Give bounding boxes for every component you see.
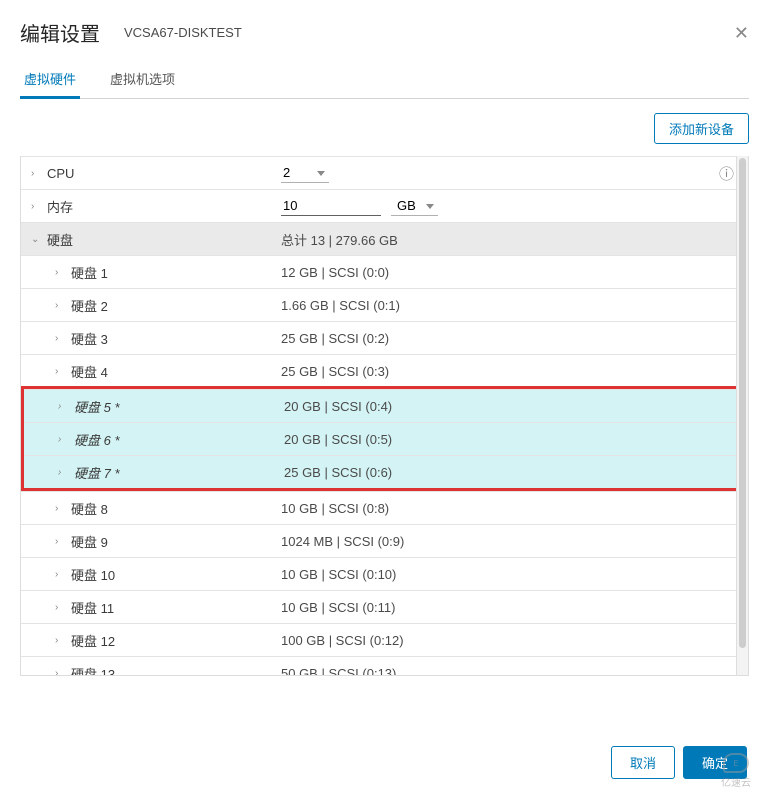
disk-summary-value: 总计 13 | 279.66 GB [281,230,398,249]
cancel-button[interactable]: 取消 [611,746,675,779]
disk-label: 硬盘 12 [71,631,115,650]
chevron-right-icon: › [55,569,65,580]
disk-value: 50 GB | SCSI (0:13) [281,666,396,677]
tab-vm-options[interactable]: 虚拟机选项 [106,61,179,98]
modal-subtitle: VCSA67-DISKTEST [124,25,242,40]
cpu-row[interactable]: › CPU 2 ⓘ [21,156,748,189]
disk-label: 硬盘 9 [71,532,108,551]
disk-label: 硬盘 3 [71,329,108,348]
cpu-label: CPU [47,166,74,181]
disk-row[interactable]: › 硬盘 10 10 GB | SCSI (0:10) [21,557,748,590]
memory-label: 内存 [47,197,73,216]
disk-row[interactable]: › 硬盘 9 1024 MB | SCSI (0:9) [21,524,748,557]
disk-value: 20 GB | SCSI (0:5) [284,432,392,447]
disk-row[interactable]: › 硬盘 12 100 GB | SCSI (0:12) [21,623,748,656]
disk-label: 硬盘 7 * [74,463,120,482]
chevron-right-icon: › [55,635,65,646]
disk-value: 25 GB | SCSI (0:6) [284,465,392,480]
add-device-button[interactable]: 添加新设备 [654,113,749,144]
disk-value: 100 GB | SCSI (0:12) [281,633,404,648]
disk-row[interactable]: › 硬盘 6 * 20 GB | SCSI (0:5) [24,422,745,455]
watermark: E 亿速云 [709,753,763,789]
chevron-right-icon: › [58,467,68,478]
close-icon[interactable]: ✕ [734,24,749,42]
disk-label: 硬盘 5 * [74,397,120,416]
disk-value: 10 GB | SCSI (0:10) [281,567,396,582]
disk-summary-label: 硬盘 [47,230,73,249]
scroll-thumb[interactable] [739,158,746,648]
disk-row[interactable]: › 硬盘 1 12 GB | SCSI (0:0) [21,255,748,288]
scrollbar[interactable] [736,156,748,675]
chevron-right-icon: › [55,333,65,344]
chevron-right-icon: › [31,201,41,212]
chevron-right-icon: › [55,267,65,278]
memory-row[interactable]: › 内存 GB [21,189,748,222]
modal-title: 编辑设置 [20,18,100,47]
disk-row[interactable]: › 硬盘 2 1.66 GB | SCSI (0:1) [21,288,748,321]
disk-value: 25 GB | SCSI (0:2) [281,331,389,346]
disk-label: 硬盘 4 [71,362,108,381]
disk-value: 20 GB | SCSI (0:4) [284,399,392,414]
chevron-right-icon: › [55,536,65,547]
device-list: › CPU 2 ⓘ › 内存 GB [20,156,749,676]
disk-label: 硬盘 10 [71,565,115,584]
chevron-right-icon: › [55,602,65,613]
disk-row[interactable]: › 硬盘 8 10 GB | SCSI (0:8) [21,491,748,524]
disk-label: 硬盘 13 [71,664,115,677]
chevron-right-icon: › [55,668,65,677]
disk-row[interactable]: › 硬盘 3 25 GB | SCSI (0:2) [21,321,748,354]
disk-row[interactable]: › 硬盘 7 * 25 GB | SCSI (0:6) [24,455,745,488]
disk-summary-row[interactable]: ⌄ 硬盘 总计 13 | 279.66 GB [21,222,748,255]
disk-row[interactable]: › 硬盘 5 * 20 GB | SCSI (0:4) [24,389,745,422]
disk-row[interactable]: › 硬盘 4 25 GB | SCSI (0:3) [21,354,748,387]
disk-label: 硬盘 2 [71,296,108,315]
disk-value: 10 GB | SCSI (0:11) [281,600,395,615]
tabs: 虚拟硬件 虚拟机选项 [20,61,749,99]
disk-value: 1024 MB | SCSI (0:9) [281,534,404,549]
disk-value: 10 GB | SCSI (0:8) [281,501,389,516]
disk-row[interactable]: › 硬盘 13 50 GB | SCSI (0:13) [21,656,748,676]
chevron-right-icon: › [58,434,68,445]
tab-virtual-hardware[interactable]: 虚拟硬件 [20,61,80,98]
disk-value: 12 GB | SCSI (0:0) [281,265,389,280]
disk-label: 硬盘 6 * [74,430,120,449]
chevron-right-icon: › [58,401,68,412]
disk-row[interactable]: › 硬盘 11 10 GB | SCSI (0:11) [21,590,748,623]
chevron-right-icon: › [55,300,65,311]
chevron-right-icon: › [55,366,65,377]
memory-unit-select[interactable]: GB [391,196,438,216]
disk-label: 硬盘 11 [71,598,114,617]
disk-label: 硬盘 1 [71,263,108,282]
disk-value: 25 GB | SCSI (0:3) [281,364,389,379]
chevron-right-icon: › [55,503,65,514]
chevron-down-icon: ⌄ [31,234,41,245]
memory-input[interactable] [281,196,381,216]
cpu-select[interactable]: 2 [281,163,329,183]
chevron-right-icon: › [31,168,41,179]
disk-label: 硬盘 8 [71,499,108,518]
disk-value: 1.66 GB | SCSI (0:1) [281,298,400,313]
